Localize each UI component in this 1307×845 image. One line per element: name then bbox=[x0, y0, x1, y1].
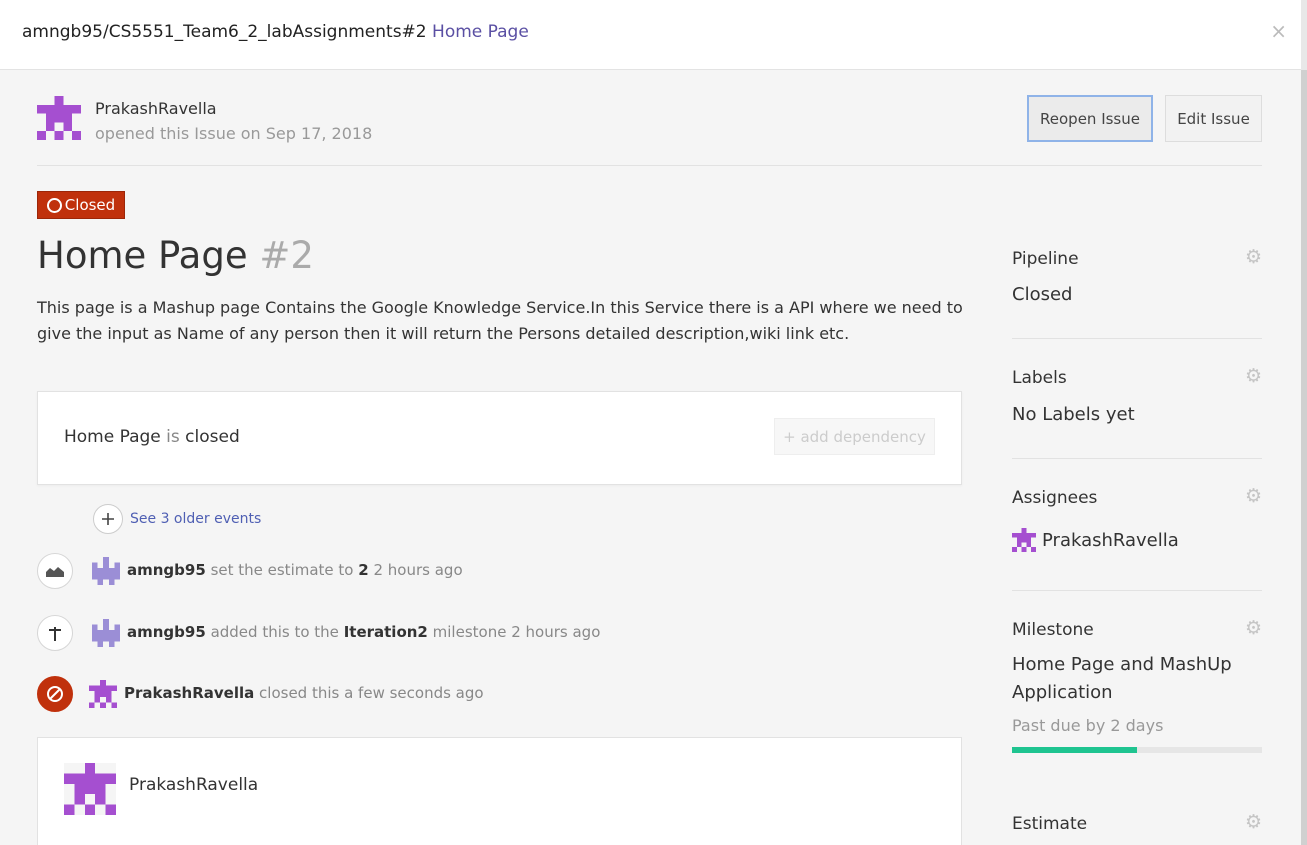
opener-name[interactable]: PrakashRavella bbox=[95, 99, 217, 118]
avatar[interactable] bbox=[89, 680, 117, 708]
event-text: amngb95 added this to the Iteration2 mil… bbox=[127, 623, 600, 641]
estimate-title: Estimate bbox=[1012, 814, 1088, 834]
reopen-issue-button[interactable]: Reopen Issue bbox=[1027, 95, 1153, 142]
add-dependency-button[interactable]: + add dependency bbox=[774, 418, 935, 455]
divider bbox=[1012, 458, 1262, 459]
assignees-title: Assignees bbox=[1012, 488, 1098, 508]
older-events[interactable]: See 3 older events bbox=[93, 504, 261, 534]
status-badge: Closed bbox=[37, 191, 125, 219]
dependency-panel: Home Page is closed + add dependency bbox=[37, 391, 962, 485]
milestone-progress-bar bbox=[1012, 747, 1262, 753]
close-icon[interactable]: × bbox=[1270, 19, 1287, 43]
divider bbox=[1012, 338, 1262, 339]
opened-meta: opened this Issue on Sep 17, 2018 bbox=[95, 124, 373, 143]
milestone-due: Past due by 2 days bbox=[1012, 716, 1164, 735]
issue-number: #2 bbox=[259, 234, 314, 277]
event-time: 2 hours ago bbox=[373, 561, 463, 579]
pipeline-value: Closed bbox=[1012, 284, 1073, 305]
dependency-status: Home Page is closed bbox=[64, 427, 240, 447]
event-action: set the estimate to bbox=[210, 561, 354, 579]
divider bbox=[1012, 590, 1262, 591]
milestone-signpost-icon bbox=[37, 615, 73, 651]
gear-icon[interactable]: ⚙ bbox=[1245, 617, 1262, 639]
avatar[interactable] bbox=[1012, 528, 1036, 552]
pipeline-title: Pipeline bbox=[1012, 249, 1079, 269]
milestone-name-line2[interactable]: Application bbox=[1012, 682, 1113, 703]
avatar[interactable] bbox=[37, 96, 81, 140]
closed-icon bbox=[46, 197, 62, 213]
milestone-title: Milestone bbox=[1012, 620, 1094, 640]
page-title: Home Page #2 bbox=[37, 234, 314, 277]
gear-icon[interactable]: ⚙ bbox=[1245, 365, 1262, 387]
modal-header: amngb95/CS5551_Team6_2_labAssignments#2 … bbox=[0, 0, 1307, 70]
event-suffix: milestone bbox=[432, 623, 507, 641]
labels-title: Labels bbox=[1012, 368, 1067, 388]
event-time: 2 hours ago bbox=[511, 623, 601, 641]
status-badge-label: Closed bbox=[64, 196, 116, 214]
issue-title: Home Page bbox=[37, 234, 248, 277]
dependency-issue-name: Home Page bbox=[64, 427, 161, 447]
gear-icon[interactable]: ⚙ bbox=[1245, 246, 1262, 268]
avatar[interactable] bbox=[64, 763, 116, 815]
milestone-progress-fill bbox=[1012, 747, 1137, 753]
scrollbar-thumb[interactable] bbox=[1301, 70, 1307, 845]
closed-icon bbox=[37, 676, 73, 712]
issue-title-link[interactable]: Home Page bbox=[432, 22, 529, 42]
plus-icon[interactable] bbox=[93, 504, 123, 534]
event-action: closed this a few seconds ago bbox=[259, 684, 484, 702]
dependency-state: closed bbox=[185, 427, 240, 447]
event-milestone-link[interactable]: Iteration2 bbox=[344, 623, 428, 641]
comment-card: PrakashRavella bbox=[37, 737, 962, 845]
gear-icon[interactable]: ⚙ bbox=[1245, 811, 1262, 833]
divider bbox=[37, 165, 1262, 166]
assignee-name[interactable]: PrakashRavella bbox=[1042, 530, 1179, 551]
avatar[interactable] bbox=[92, 619, 120, 647]
event-user[interactable]: amngb95 bbox=[127, 561, 206, 579]
event-value: 2 bbox=[358, 561, 369, 579]
scrollbar[interactable] bbox=[1301, 0, 1307, 845]
event-user[interactable]: PrakashRavella bbox=[124, 684, 254, 702]
comment-author[interactable]: PrakashRavella bbox=[129, 775, 258, 795]
gear-icon[interactable]: ⚙ bbox=[1245, 485, 1262, 507]
avatar[interactable] bbox=[92, 557, 120, 585]
repo-name[interactable]: amngb95/CS5551_Team6_2_labAssignments#2 bbox=[22, 22, 427, 42]
issue-description: This page is a Mashup page Contains the … bbox=[37, 298, 963, 343]
milestone-name-line1[interactable]: Home Page and MashUp bbox=[1012, 654, 1232, 675]
labels-value: No Labels yet bbox=[1012, 404, 1135, 425]
event-action: added this to the bbox=[210, 623, 339, 641]
dependency-is: is bbox=[166, 427, 180, 447]
edit-issue-button[interactable]: Edit Issue bbox=[1165, 95, 1262, 142]
event-text: PrakashRavella closed this a few seconds… bbox=[124, 684, 484, 702]
estimate-icon bbox=[37, 553, 73, 589]
issue-breadcrumb: amngb95/CS5551_Team6_2_labAssignments#2 … bbox=[22, 22, 529, 42]
event-user[interactable]: amngb95 bbox=[127, 623, 206, 641]
see-older-events-link[interactable]: See 3 older events bbox=[130, 511, 261, 527]
event-text: amngb95 set the estimate to 2 2 hours ag… bbox=[127, 561, 463, 579]
